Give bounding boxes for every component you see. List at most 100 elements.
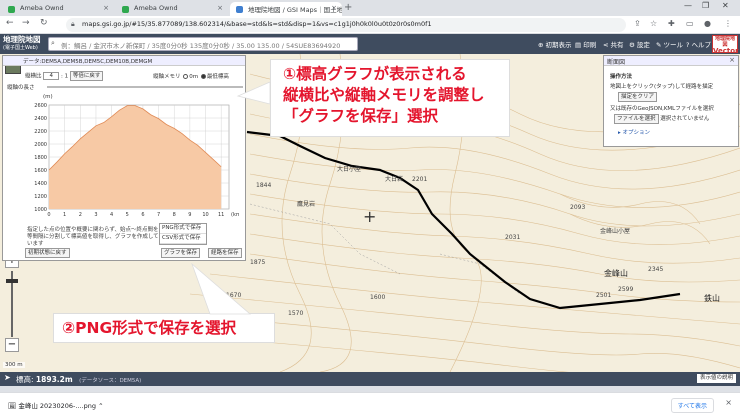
- tab-gsi-maps[interactable]: 地理院地図 / GSI Maps｜国土地 ×: [230, 2, 342, 16]
- extensions-icon[interactable]: ✚: [668, 19, 675, 28]
- graph-description: 指定した点の位置や概要に関わらず、始点～終点間を等間隔に分割して標高値を取得し、…: [27, 227, 159, 247]
- zoom-slider-handle[interactable]: [6, 279, 18, 283]
- choose-file-button[interactable]: ファイルを選択: [614, 114, 659, 124]
- settings-button[interactable]: ⚙ 設定: [629, 39, 650, 49]
- forward-icon[interactable]: →: [22, 18, 30, 28]
- close-tab-icon[interactable]: ×: [103, 4, 109, 12]
- y-tick-label: 2400: [34, 116, 47, 122]
- new-tab-button[interactable]: +: [344, 2, 352, 13]
- options-toggle[interactable]: ▸ オプション: [618, 128, 650, 136]
- address-bar[interactable]: 🔒︎ maps.gsi.go.jp/#15/35.877089/138.6023…: [66, 18, 626, 32]
- vector-map-badge[interactable]: 地理院地図 Vector: [712, 35, 739, 55]
- label-kinpu-hut: 金峰山小屋: [600, 228, 631, 235]
- save-graph-button[interactable]: グラフを保存: [161, 248, 201, 258]
- ameba-favicon-icon: [8, 6, 15, 13]
- vaxis-zero-radio[interactable]: [183, 74, 189, 79]
- label-dainichi-hut: 大日小屋: [337, 166, 362, 173]
- gsi-favicon-icon: [236, 6, 243, 13]
- y-tick-label: 2200: [34, 129, 47, 135]
- y-tick-label: 1400: [34, 181, 47, 187]
- elevation-readout: 標高: 1893.2m (データソース：DEM5A): [16, 375, 142, 384]
- elevation-graph-panel: データ:DEM5A,DEM5B,DEM5C,DEM10B,DEMGM 縦横比 4…: [2, 55, 246, 261]
- profile-avatar-icon[interactable]: ●: [704, 19, 711, 28]
- label-kinpusan: 金峰山: [604, 269, 628, 278]
- show-all-downloads-button[interactable]: すべて表示: [670, 398, 714, 413]
- init-view-button[interactable]: ⊕ 初期表示: [538, 39, 572, 49]
- reset-state-button[interactable]: 初期状態に戻す: [25, 248, 70, 258]
- clear-route-button[interactable]: 描定をクリア: [618, 92, 658, 102]
- y-unit-label: (m): [43, 94, 53, 100]
- x-tick-label: 6: [141, 212, 144, 218]
- downloaded-file[interactable]: 🖼︎ 金峰山 20230206-....png ⌃: [8, 400, 104, 410]
- save-format-menu: PNG形式で保存 CSV形式で保存: [159, 223, 207, 245]
- browser-tab-bar: Ameba Ownd × Ameba Ownd × 地理院地図 / GSI Ma…: [0, 0, 740, 16]
- x-tick-label: 8: [173, 212, 176, 218]
- back-icon[interactable]: ←: [6, 18, 14, 28]
- share-page-icon[interactable]: ⇪: [634, 19, 641, 28]
- y-tick-label: 1600: [34, 168, 47, 174]
- x-tick-label: 9: [188, 212, 191, 218]
- value-explanation-button[interactable]: 表示値の説明: [696, 374, 736, 383]
- ameba-favicon-icon: [122, 6, 129, 13]
- print-button[interactable]: ▤ 印刷: [575, 39, 596, 49]
- elevation-profile-chart: 1000 1200 1400 1600 1800 2000 2200 2400 2600 0 1 2 3…: [34, 103, 239, 218]
- share-button[interactable]: ⋖ 共有: [603, 39, 624, 49]
- x-tick-label: 2: [79, 212, 82, 218]
- y-tick-label: 1200: [34, 194, 47, 200]
- location-arrow-icon: ➤: [4, 373, 11, 382]
- maximize-icon[interactable]: ❐: [702, 1, 709, 10]
- chevron-up-icon[interactable]: ⌃: [98, 402, 103, 410]
- close-tab-icon[interactable]: ×: [217, 4, 223, 12]
- cross-section-panel: 断面図 × 操作方法 地図上をクリック(タップ)して経路を描定 描定をクリア 又…: [603, 55, 739, 147]
- close-window-icon[interactable]: ✕: [722, 1, 729, 10]
- help-button[interactable]: ? ヘルプ: [686, 39, 711, 49]
- scale-bar: 300 m: [3, 362, 25, 368]
- y-tick-label: 2600: [34, 103, 47, 109]
- x-tick-label: 11: [218, 212, 224, 218]
- close-download-bar-icon[interactable]: ×: [725, 398, 732, 407]
- close-icon[interactable]: ×: [729, 56, 735, 64]
- x-tick-label: 0: [47, 212, 50, 218]
- label-takamiiwa: 鷹見岩: [297, 201, 316, 208]
- save-route-button[interactable]: 経路を保存: [208, 248, 242, 258]
- place-search-input[interactable]: ⌕ 例：鯛呂 / 金沢市木ノ新保町 / 35度0分0秒 135度0分0秒 / 3…: [48, 37, 358, 51]
- graph-data-source: データ:DEM5A,DEM5B,DEM5C,DEM10B,DEMGM: [3, 56, 245, 66]
- kebab-menu-icon[interactable]: ⋮: [724, 19, 732, 28]
- close-tab-icon[interactable]: ×: [331, 4, 337, 12]
- tools-button[interactable]: ✎ ツール: [656, 39, 683, 49]
- aspect-ratio-input[interactable]: 4: [43, 72, 60, 80]
- sidebar-icon[interactable]: ▭: [686, 19, 694, 28]
- callout-1-pointer: [236, 81, 271, 105]
- save-png-menu-item[interactable]: PNG形式で保存: [160, 224, 206, 234]
- x-tick-label: 4: [110, 212, 113, 218]
- minimize-icon[interactable]: —: [684, 1, 692, 10]
- y-tick-label: 1800: [34, 155, 47, 161]
- url-text: maps.gsi.go.jp/#15/35.877089/138.602314/…: [82, 20, 432, 28]
- reload-icon[interactable]: ↻: [40, 18, 48, 28]
- zoom-out-button[interactable]: −: [5, 338, 19, 352]
- image-file-icon: 🖼︎: [8, 402, 17, 410]
- y-tick-label: 2000: [34, 142, 47, 148]
- reset-ratio-button[interactable]: 等倍に戻す: [69, 71, 104, 81]
- browser-toolbar: ← → ↻ 🔒︎ maps.gsi.go.jp/#15/35.877089/13…: [0, 16, 740, 34]
- save-csv-menu-item[interactable]: CSV形式で保存: [160, 234, 206, 244]
- gsi-logo[interactable]: 地理院地図 (電子国土Web): [3, 36, 41, 52]
- tab-ameba-1[interactable]: Ameba Ownd ×: [2, 2, 114, 16]
- gsi-header: 地理院地図 (電子国土Web) ⌕ 例：鯛呂 / 金沢市木ノ新保町 / 35度0…: [0, 34, 740, 54]
- map-center-crosshair-icon: +: [363, 207, 377, 226]
- search-icon: ⌕: [51, 39, 55, 47]
- instruction-callout-1: ①標高グラフが表示される 縦横比や縦軸メモリを調整し 「グラフを保存」選択: [270, 59, 510, 137]
- length-label: 縦軸の長さ: [7, 85, 35, 91]
- tab-ameba-2[interactable]: Ameba Ownd ×: [116, 2, 228, 16]
- x-tick-label: 10: [202, 212, 208, 218]
- lock-icon: 🔒︎: [71, 20, 75, 28]
- vertical-length-slider[interactable]: [47, 86, 243, 88]
- panel-title: 断面図: [604, 56, 738, 66]
- download-bar: 🖼︎ 金峰山 20230206-....png ⌃ すべて表示 ×: [0, 392, 740, 415]
- label-tetsuzan: 鉄山: [704, 294, 720, 303]
- x-tick-label: 5: [126, 212, 129, 218]
- callout-2-pointer: [191, 262, 252, 315]
- x-tick-label: 1: [63, 212, 66, 218]
- bookmark-star-icon[interactable]: ☆: [650, 19, 657, 28]
- vaxis-min-radio[interactable]: [200, 74, 206, 79]
